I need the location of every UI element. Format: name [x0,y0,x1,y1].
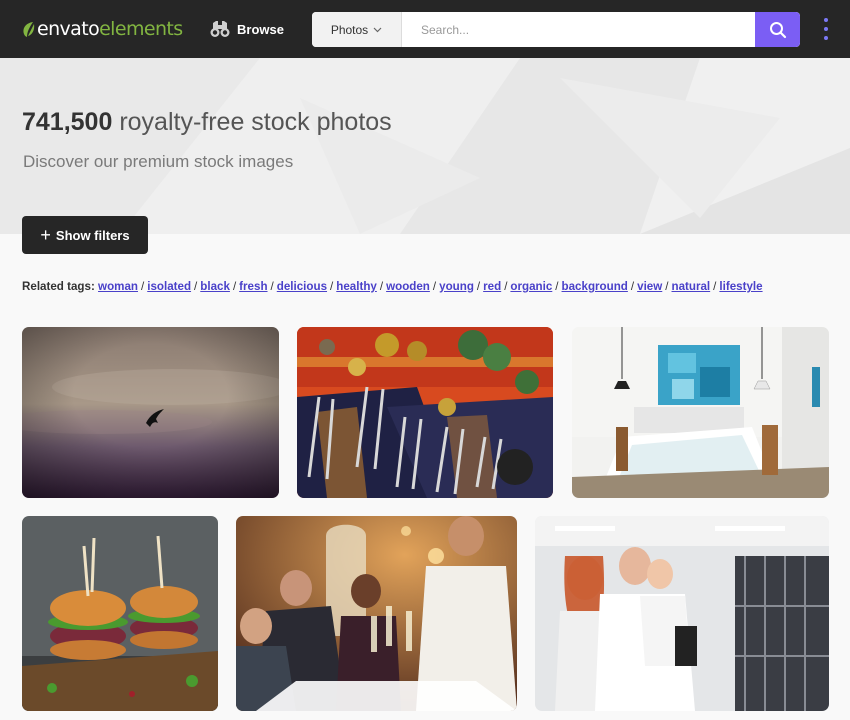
plus-icon: + [40,225,51,245]
search-bar: Photos [312,12,800,47]
search-category-dropdown[interactable]: Photos [312,12,402,47]
binoculars-icon [210,21,230,37]
hero-banner: 741,500 royalty-free stock photos Discov… [0,58,850,234]
photo-tuning-forks [297,327,553,498]
photo-card-bird-sky[interactable] [22,327,279,498]
tag-link[interactable]: delicious [277,280,327,293]
photo-people-toasting [236,516,517,711]
photo-card-gym-family[interactable] [535,516,829,711]
photo-bird-in-sky [22,327,279,498]
leaf-icon [23,21,35,37]
more-vertical-icon-dot [824,36,828,40]
tag-link[interactable]: background [562,280,628,293]
photo-family-at-gym [535,516,829,711]
tag-link[interactable]: natural [672,280,711,293]
tag-link[interactable]: healthy [336,280,377,293]
more-vertical-icon-dot [824,27,828,31]
photo-card-tuning-forks[interactable] [297,327,553,498]
related-tags: Related tags: woman / isolated / black / fresh… [22,280,763,293]
search-input[interactable] [402,12,755,47]
tag-link[interactable]: wooden [386,280,430,293]
logo-text-envato: envato [37,18,100,40]
tag-link[interactable]: view [637,280,662,293]
page-subtitle: Discover our premium stock images [23,152,294,171]
photo-card-dinner-toast[interactable] [236,516,517,711]
chevron-down-icon [373,27,382,32]
tag-link[interactable]: young [439,280,474,293]
tag-link[interactable]: woman [98,280,138,293]
tag-link[interactable]: lifestyle [719,280,762,293]
tag-link[interactable]: black [200,280,230,293]
tag-link[interactable]: isolated [147,280,191,293]
show-filters-label: Show filters [55,227,130,243]
photo-card-bedroom[interactable] [572,327,829,498]
logo-text-elements: elements [99,18,183,40]
show-filters-button[interactable]: + Show filters [22,216,148,254]
search-category-value: Photos [330,22,369,37]
tag-link[interactable]: organic [510,280,552,293]
hero-background-pattern [0,58,850,234]
search-icon [769,21,786,38]
related-tags-label: Related tags: [22,280,95,293]
search-button[interactable] [755,12,800,47]
photo-card-burgers[interactable] [22,516,218,711]
envato-elements-logo[interactable]: envatoelements [22,16,183,42]
tag-link[interactable]: fresh [239,280,267,293]
photo-bedroom-interior [572,327,829,498]
tag-link[interactable]: red [483,280,501,293]
photo-veggie-burgers [22,516,218,711]
photo-count: 741,500 [22,108,113,136]
more-options-button[interactable] [819,18,833,40]
page-title: 741,500 royalty-free stock photos [22,108,392,137]
page-title-rest: royalty-free stock photos [119,108,392,136]
browse-menu-button[interactable]: Browse [210,18,284,40]
browse-label: Browse [237,21,284,37]
top-navigation-bar: envatoelements Browse Photos [0,0,850,58]
more-vertical-icon [824,18,828,22]
